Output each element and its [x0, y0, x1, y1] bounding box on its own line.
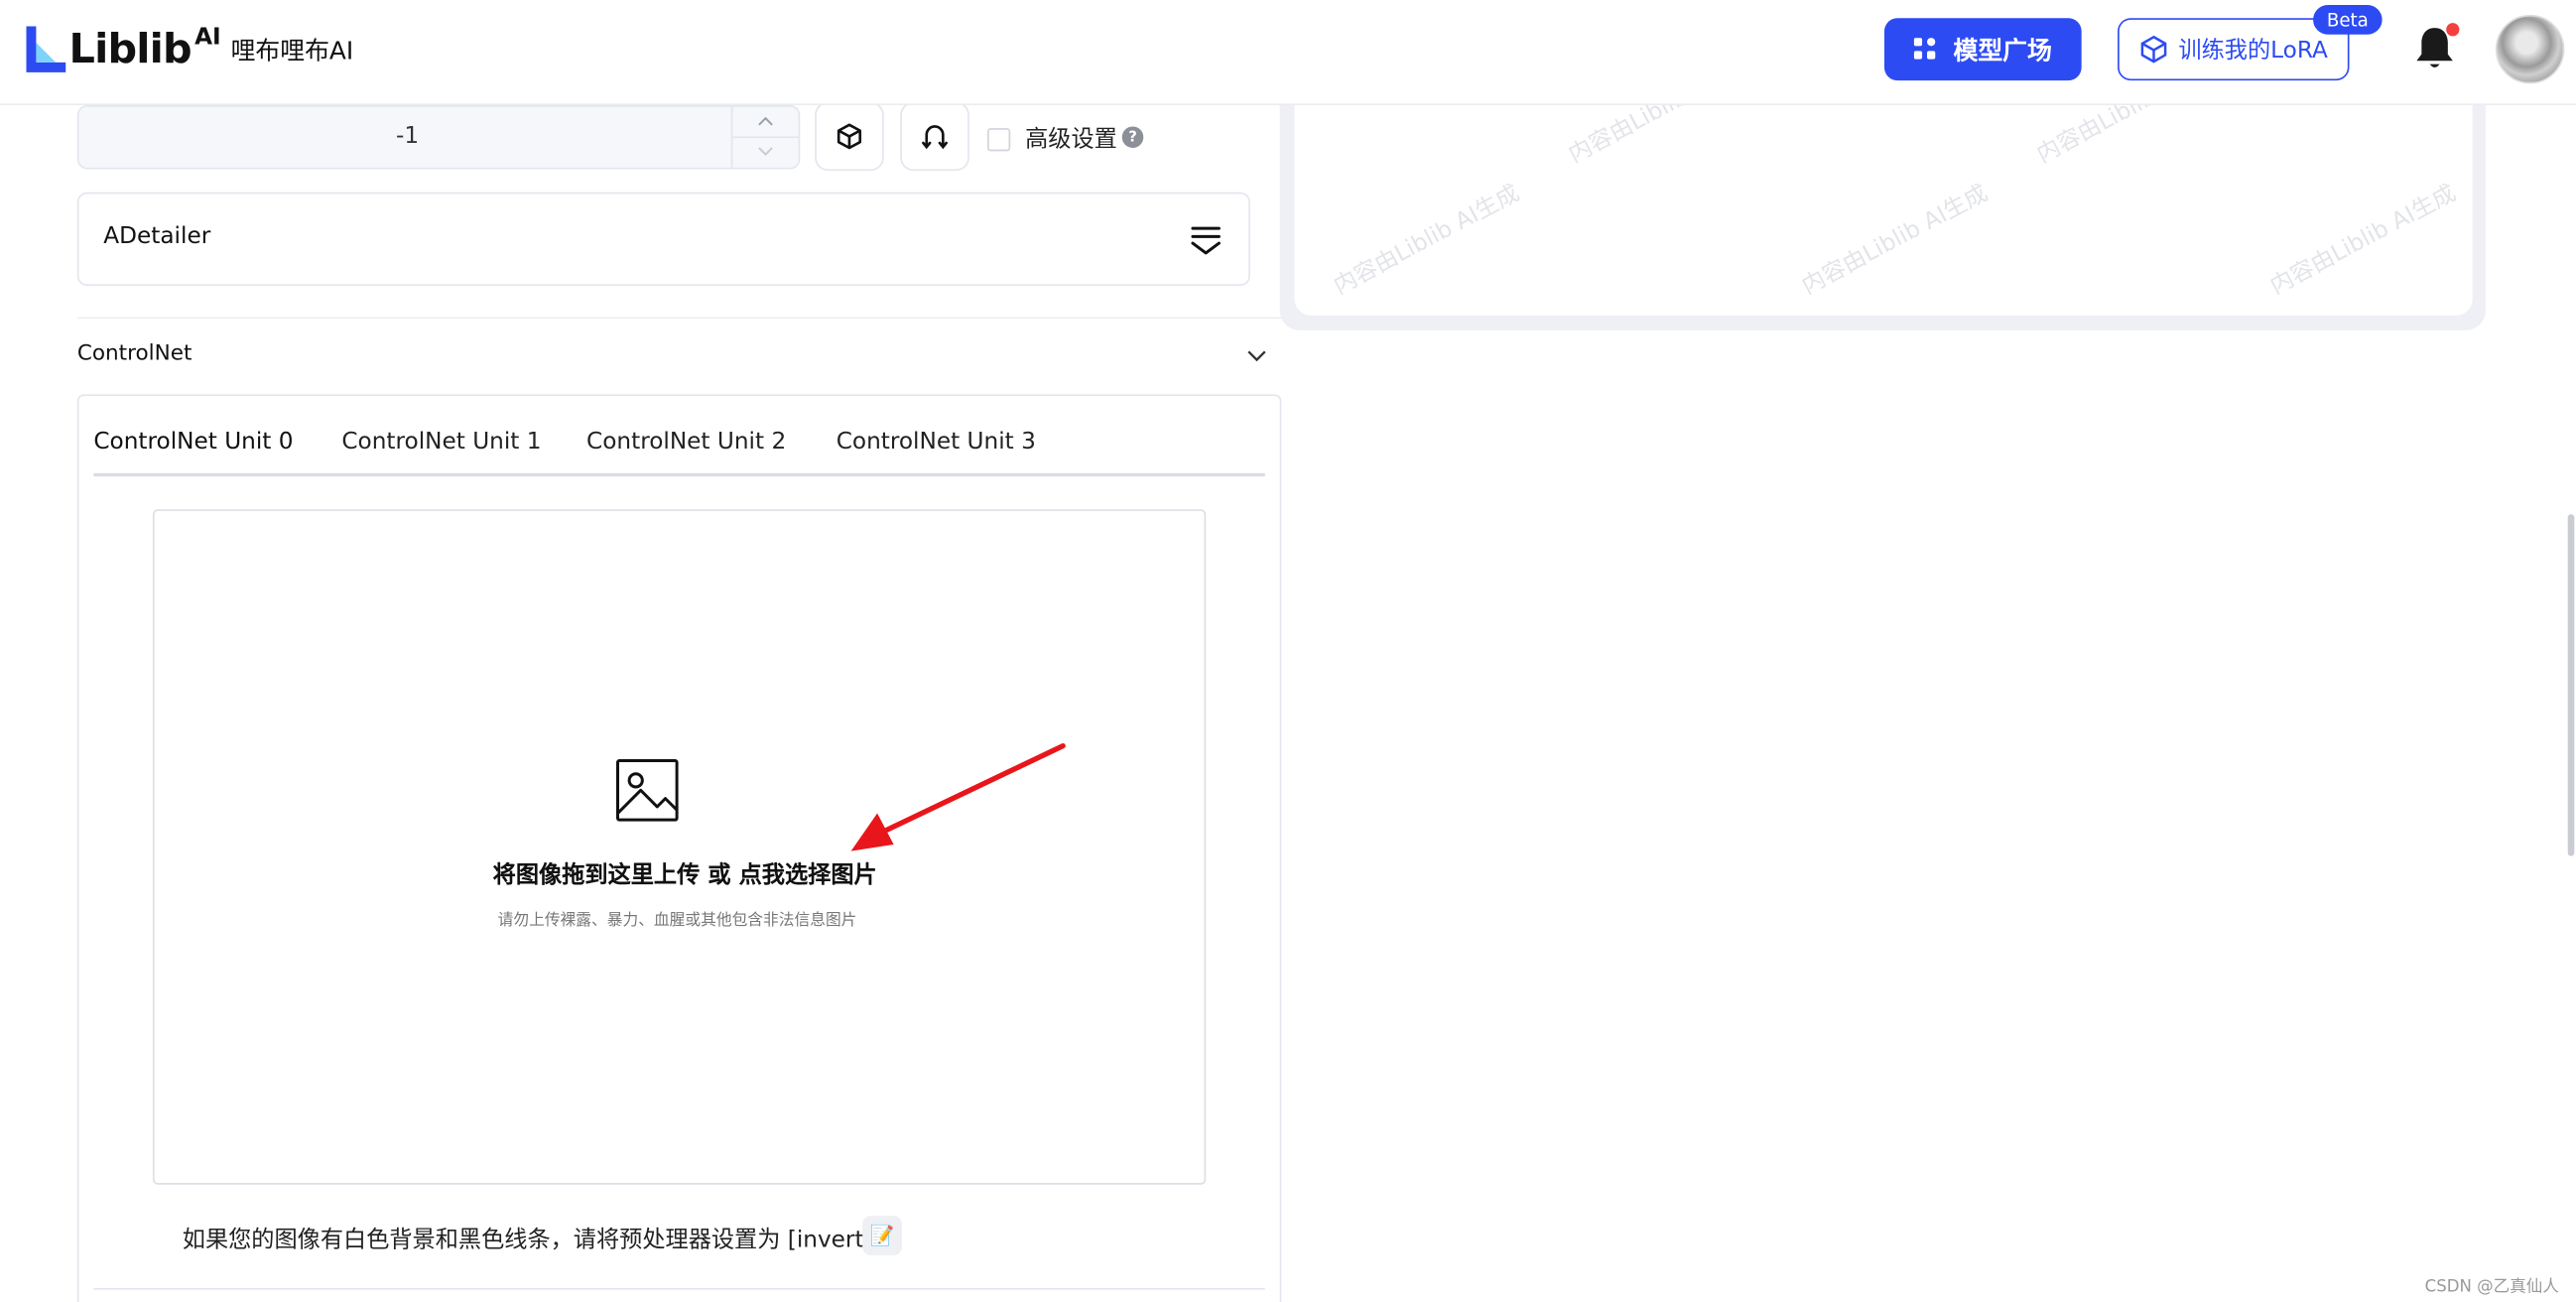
credit-watermark: CSDN @乙真仙人 — [2424, 1278, 2559, 1297]
cube-icon — [2140, 35, 2167, 64]
memo-icon[interactable]: 📝 — [862, 1216, 902, 1255]
logo[interactable]: Liblib AI 哩布哩布AI — [23, 23, 353, 75]
model-square-button[interactable]: 模型广场 — [1883, 18, 2082, 81]
page-scrollbar[interactable] — [2567, 514, 2575, 856]
logo-ai-suffix: AI — [194, 24, 221, 52]
reuse-seed-button[interactable] — [900, 101, 969, 172]
notification-dot — [2446, 23, 2460, 37]
grid-icon — [1913, 38, 1936, 60]
image-icon — [616, 759, 679, 822]
app-root: Liblib AI 哩布哩布AI 模型广场 训练我的LoRA Beta 内容由L… — [0, 0, 2576, 1302]
advanced-settings-checkbox[interactable] — [987, 128, 1011, 152]
controlnet-tabs: ControlNet Unit 0 ControlNet Unit 1 Cont… — [93, 421, 1265, 477]
watermark-text: 内容由Liblib AI生成 — [1330, 180, 1524, 301]
invert-hint: 如果您的图像有白色背景和黑色线条，请将预处理器设置为 [invert]. — [182, 1227, 880, 1254]
top-header: Liblib AI 哩布哩布AI 模型广场 训练我的LoRA Beta — [0, 0, 2576, 105]
seed-stepper — [730, 106, 799, 168]
seed-input[interactable]: -1 — [76, 104, 801, 170]
adetailer-panel[interactable]: ADetailer — [76, 192, 1250, 287]
tab-controlnet-unit-0[interactable]: ControlNet Unit 0 — [93, 429, 293, 455]
tab-controlnet-unit-1[interactable]: ControlNet Unit 1 — [341, 429, 541, 455]
dice-cube-icon — [837, 123, 862, 150]
tab-controlnet-unit-2[interactable]: ControlNet Unit 2 — [586, 429, 786, 455]
tab-controlnet-unit-3[interactable]: ControlNet Unit 3 — [837, 429, 1036, 455]
liblib-logo-icon — [26, 26, 66, 72]
recycle-icon — [922, 125, 948, 150]
seed-value[interactable]: -1 — [78, 107, 735, 168]
avatar[interactable] — [2495, 14, 2565, 84]
red-arrow-annotation — [850, 742, 1066, 851]
train-lora-label: 训练我的LoRA — [2178, 38, 2328, 65]
help-icon[interactable]: ? — [1121, 126, 1144, 149]
random-seed-button[interactable] — [815, 101, 884, 172]
chevron-down-icon[interactable] — [1245, 343, 1268, 366]
panel-bottom-divider — [93, 1287, 1265, 1290]
upload-instruction[interactable]: 将图像拖到这里上传 或 点我选择图片 — [493, 857, 877, 890]
preview-area: 内容由Liblib AI生成 内容由Liblib AI生成 内容由Liblib … — [1294, 49, 2473, 316]
adetailer-label: ADetailer — [103, 223, 211, 250]
logo-wordmark: Liblib — [68, 24, 193, 72]
watermark-text: 内容由Liblib AI生成 — [2265, 180, 2461, 301]
advanced-settings-label[interactable]: 高级设置 — [1025, 122, 1117, 155]
section-divider — [76, 317, 1282, 320]
expand-menu-icon[interactable] — [1190, 223, 1223, 256]
beta-badge: Beta — [2313, 4, 2383, 35]
watermark-text: 内容由Liblib AI生成 — [1797, 180, 1993, 301]
chevron-up-icon[interactable] — [732, 107, 799, 139]
chevron-down-icon[interactable] — [732, 136, 798, 166]
logo-cn-name: 哩布哩布AI — [230, 35, 354, 65]
model-square-label: 模型广场 — [1953, 35, 2052, 65]
upload-warning: 请勿上传裸露、暴力、血腥或其他包含非法信息图片 — [497, 911, 857, 931]
controlnet-title[interactable]: ControlNet — [77, 341, 193, 366]
